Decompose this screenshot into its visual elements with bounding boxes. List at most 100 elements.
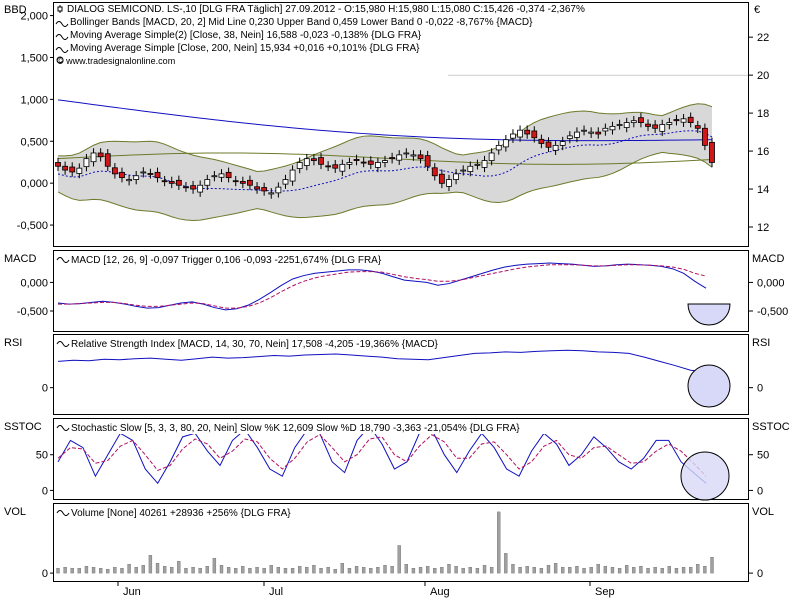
candle bbox=[559, 141, 566, 146]
volume-bar bbox=[376, 567, 380, 574]
macd-legend: MACD [12, 26, 9] -0,097 Trigger 0,106 -0… bbox=[71, 255, 382, 266]
rsi-right-label: RSI bbox=[752, 337, 770, 349]
candle bbox=[673, 119, 680, 122]
volume-bar bbox=[283, 568, 288, 574]
candle bbox=[325, 165, 332, 168]
right-tick-label: 12 bbox=[757, 222, 769, 234]
volume-bar bbox=[596, 564, 600, 574]
candle bbox=[346, 162, 353, 165]
volume-bar bbox=[340, 563, 344, 574]
candle bbox=[666, 122, 673, 125]
volume-bar bbox=[411, 568, 416, 574]
candle bbox=[232, 180, 239, 183]
volume-bar bbox=[418, 567, 423, 574]
macd-left-label: MACD bbox=[4, 253, 36, 265]
volume-bar bbox=[489, 567, 494, 574]
candle bbox=[403, 152, 410, 155]
volume-bar bbox=[77, 568, 81, 574]
volume-bar bbox=[191, 567, 195, 574]
rsi-legend: Relative Strength Index [MACD, 14, 30, 7… bbox=[71, 339, 439, 350]
volume-bar bbox=[198, 568, 202, 574]
candle bbox=[154, 171, 161, 179]
volume-bar bbox=[582, 568, 586, 574]
candle bbox=[389, 157, 396, 160]
candle bbox=[630, 120, 637, 124]
candle bbox=[353, 159, 360, 161]
candle bbox=[481, 160, 488, 168]
candle bbox=[183, 186, 189, 189]
candle bbox=[517, 129, 523, 138]
macd-tick-label: 0,000 bbox=[20, 277, 48, 289]
volume-bar bbox=[99, 568, 103, 574]
candle bbox=[225, 171, 232, 179]
candle bbox=[524, 129, 531, 135]
volume-bar bbox=[553, 563, 558, 574]
sstoc-right-label: SSTOC bbox=[752, 421, 790, 433]
candle bbox=[609, 125, 616, 131]
volume-bar bbox=[447, 564, 451, 574]
macd-tick-label: 0,000 bbox=[757, 277, 785, 289]
volume-bar bbox=[532, 567, 536, 574]
candle bbox=[90, 152, 97, 163]
volume-bar bbox=[511, 564, 515, 574]
volume-bar bbox=[390, 566, 394, 574]
volume-bar bbox=[568, 567, 572, 574]
sstoc-tick-label: 50 bbox=[757, 450, 769, 462]
left-tick-label: 0,000 bbox=[20, 178, 48, 190]
candle bbox=[126, 179, 132, 182]
volume-bar bbox=[561, 567, 565, 574]
candle bbox=[382, 160, 388, 163]
volume-bar bbox=[219, 565, 224, 574]
volume-bar bbox=[639, 566, 643, 574]
candle bbox=[55, 162, 61, 167]
x-tick-label: Aug bbox=[430, 586, 450, 598]
volume-bar bbox=[497, 511, 501, 574]
x-tick-label: Jul bbox=[269, 586, 283, 598]
volume-bar bbox=[298, 566, 302, 574]
candle bbox=[339, 163, 346, 172]
candle bbox=[574, 131, 580, 138]
volume-bar bbox=[546, 565, 551, 574]
candle bbox=[190, 185, 196, 190]
macd-tick-label: -0,500 bbox=[757, 306, 788, 318]
volume-bar bbox=[312, 565, 316, 574]
volume-bar bbox=[625, 565, 629, 574]
candle bbox=[62, 165, 69, 171]
vol-tick-label: 0 bbox=[757, 568, 763, 580]
volume-bar bbox=[248, 568, 252, 574]
candle bbox=[311, 158, 317, 161]
volume-bar bbox=[710, 557, 714, 574]
left-tick-label: -0,500 bbox=[17, 220, 48, 232]
candle bbox=[438, 173, 445, 184]
volume-bar bbox=[212, 558, 217, 574]
candle bbox=[659, 124, 666, 132]
candle bbox=[211, 175, 218, 178]
volume-bar bbox=[234, 568, 238, 574]
candle bbox=[446, 179, 452, 187]
left-tick-label: 1,000 bbox=[20, 94, 48, 106]
candle bbox=[168, 181, 175, 184]
volume-bar bbox=[106, 569, 110, 574]
candle bbox=[566, 135, 573, 139]
candle bbox=[76, 167, 83, 174]
candle bbox=[367, 160, 374, 165]
volume-bar bbox=[383, 565, 387, 574]
volume-bar bbox=[91, 567, 96, 574]
candle bbox=[147, 173, 154, 175]
x-tick-label: Jun bbox=[123, 586, 141, 598]
x-tick-label: Sep bbox=[595, 586, 615, 598]
candle bbox=[360, 161, 367, 164]
left-tick-label: 0,500 bbox=[20, 136, 48, 148]
candle bbox=[595, 131, 602, 135]
candle bbox=[247, 179, 253, 186]
volume-bar bbox=[468, 567, 472, 574]
volume-bar bbox=[646, 568, 650, 574]
volume-bar bbox=[170, 567, 174, 574]
volume-bar bbox=[162, 566, 167, 574]
volume-bar bbox=[433, 568, 437, 574]
candle bbox=[424, 155, 431, 167]
vol-right-label: VOL bbox=[752, 506, 774, 518]
volume-bar bbox=[617, 568, 622, 574]
sstoc-tick-label: 0 bbox=[42, 485, 48, 497]
volume-bar bbox=[177, 561, 181, 574]
